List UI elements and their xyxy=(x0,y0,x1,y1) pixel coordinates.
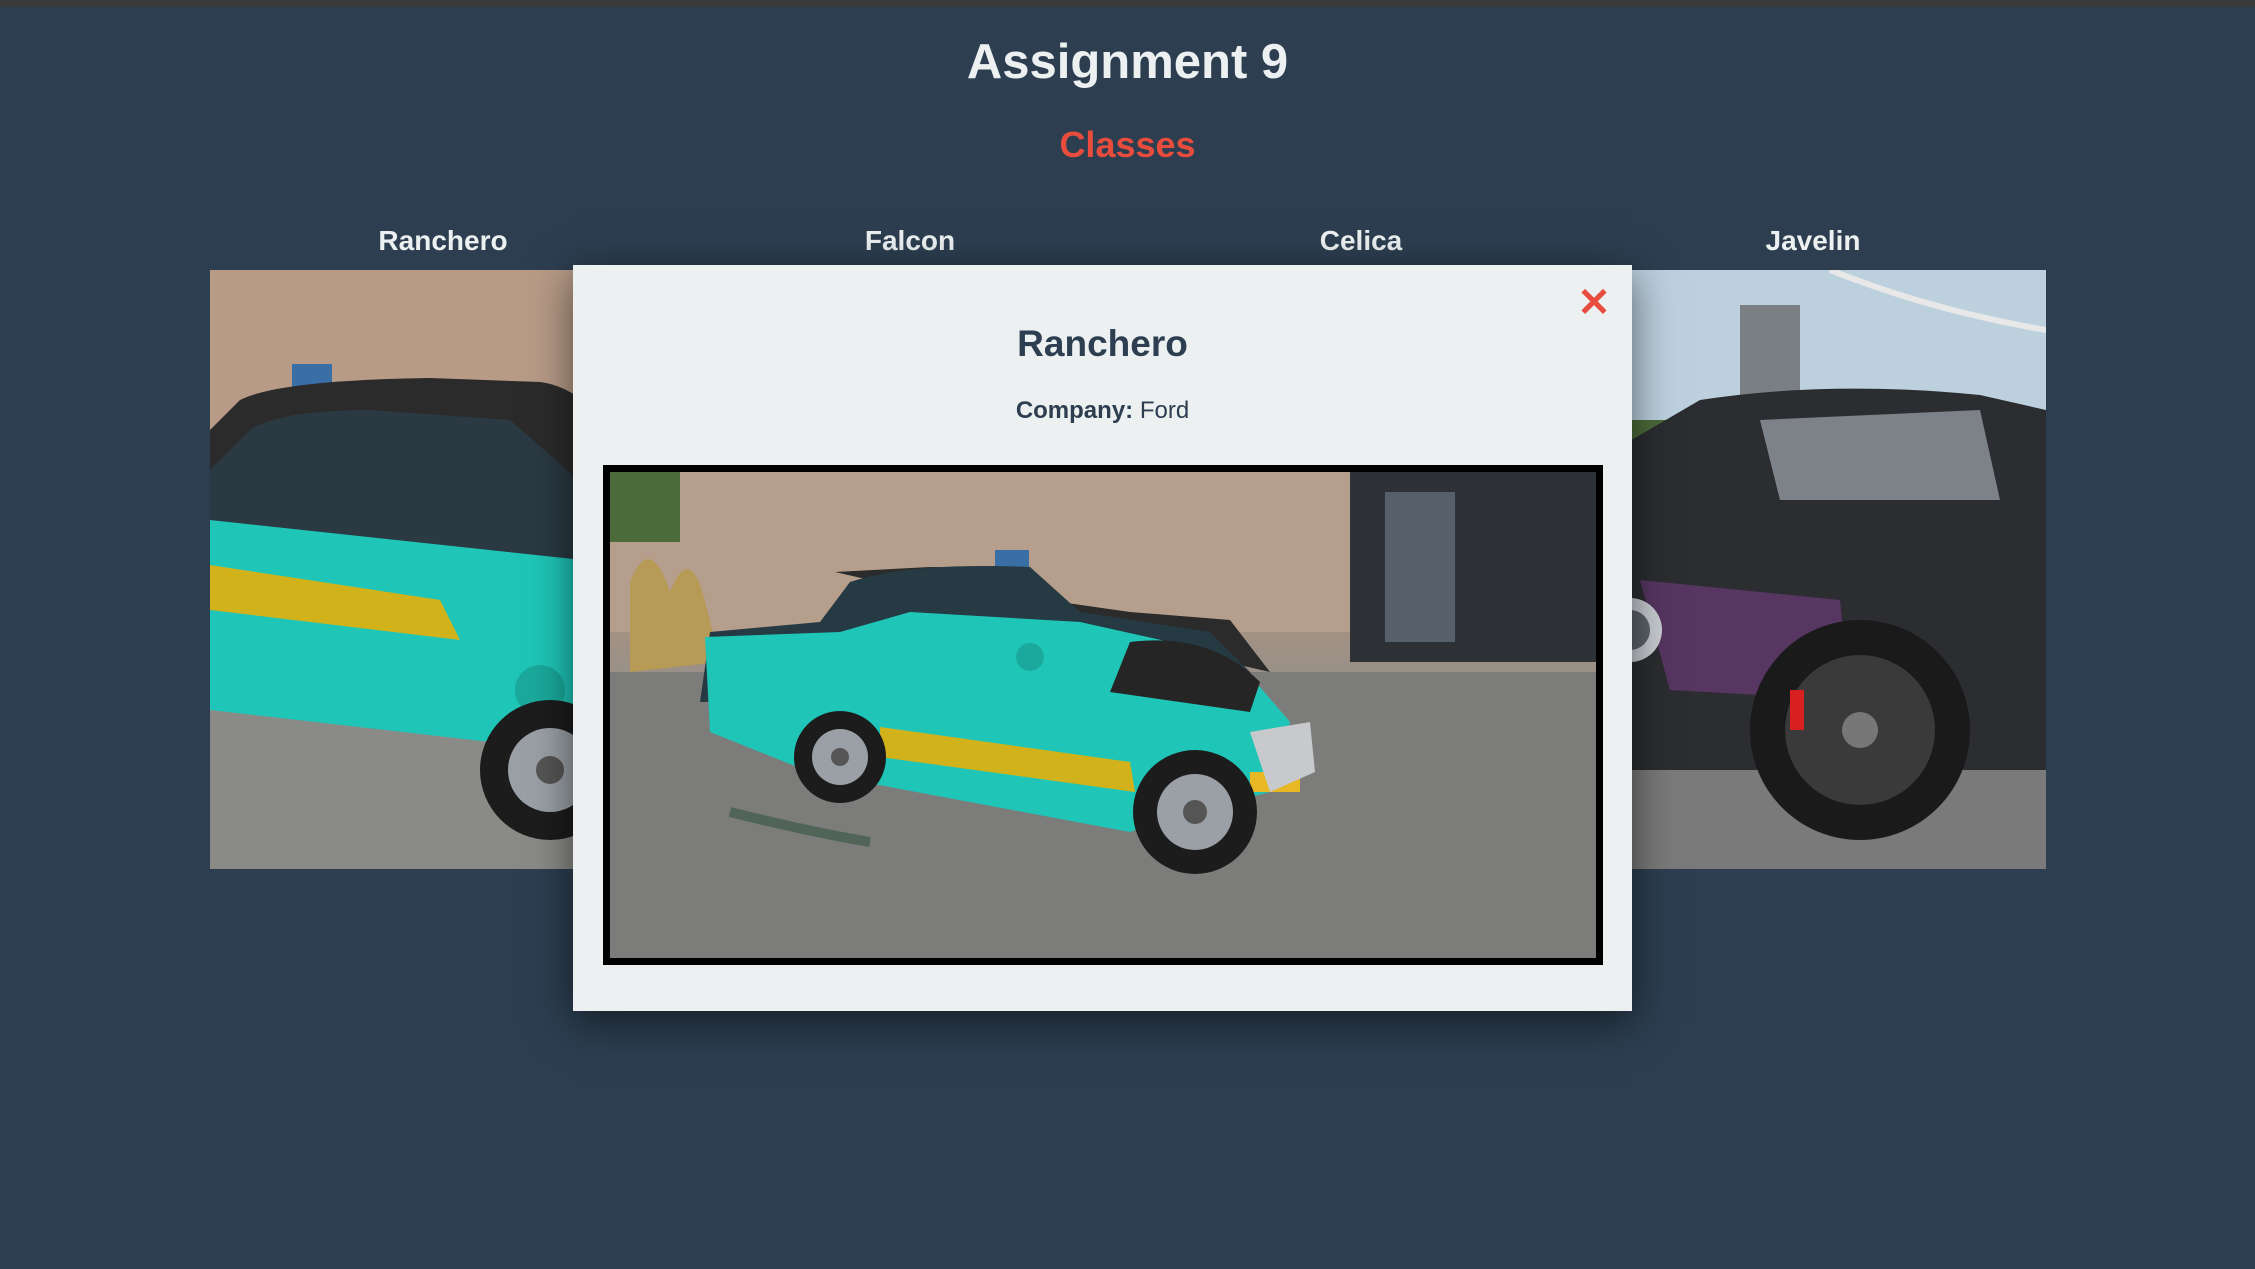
browser-top-strip xyxy=(0,0,2255,7)
car-card-javelin[interactable]: Javelin xyxy=(1580,222,2046,869)
page-title: Assignment 9 xyxy=(966,35,1289,89)
modal-title: Ranchero xyxy=(1017,323,1188,364)
car-detail-modal: ✕ Ranchero Company: Ford xyxy=(573,265,1632,1011)
car-name[interactable]: Javelin xyxy=(1580,222,2046,270)
car-name[interactable]: Falcon xyxy=(677,222,1143,270)
car-name[interactable]: Celica xyxy=(1128,222,1594,270)
close-icon[interactable]: ✕ xyxy=(1574,283,1614,323)
page-subtitle: Classes xyxy=(1059,124,1196,165)
javelin-thumbnail-art xyxy=(1580,270,2046,869)
car-name[interactable]: Ranchero xyxy=(210,222,676,270)
modal-car-image xyxy=(603,465,1603,965)
ranchero-photo-art xyxy=(610,472,1596,958)
modal-company: Company: Ford xyxy=(573,397,1632,425)
car-image-javelin[interactable] xyxy=(1580,270,2046,869)
company-label: Company: xyxy=(1015,397,1134,424)
company-value: Ford xyxy=(1139,397,1190,424)
